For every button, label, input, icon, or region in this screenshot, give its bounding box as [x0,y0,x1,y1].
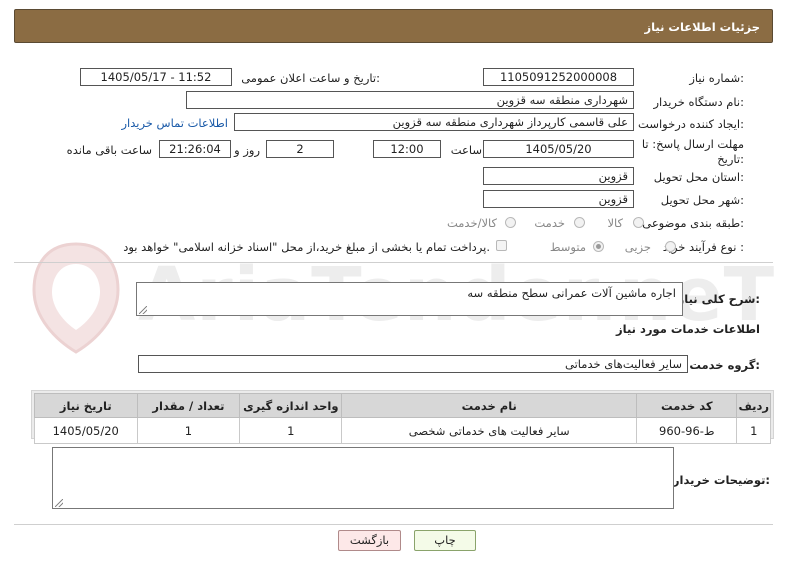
buyer-org-label: نام دستگاه خریدار: [653,95,744,109]
purchase-medium-label: متوسط [549,240,586,254]
watermark-logo [26,238,126,358]
announce-field[interactable]: 1405/05/17 - 11:52 [80,68,232,86]
category-service-label: خدمت [534,216,565,230]
deadline-time-field[interactable]: 12:00 [373,140,441,158]
buyer-notes-textarea[interactable] [52,447,674,509]
summary-label: شرح کلی نیاز: [677,292,760,306]
services-heading: اطلاعات خدمات مورد نیاز [616,322,760,336]
category-service-radio[interactable] [574,217,585,228]
city-label: شهر محل تحویل: [660,193,744,207]
cell-unit: 1 [239,417,343,444]
cell-need-date: 1405/05/20 [34,417,138,444]
table-header-row: ردیف کد خدمت نام خدمت واحد اندازه گیری ت… [34,393,771,418]
service-group-label: گروه خدمت: [689,358,760,372]
cell-row-number: 1 [736,417,771,444]
deadline-time-label: ساعت [450,143,482,157]
buyer-contact-link[interactable]: اطلاعات تماس خریدار [121,116,228,130]
col-service-code: کد خدمت [636,393,738,418]
treasury-payment-checkbox[interactable] [496,240,507,251]
resize-grip-icon[interactable] [55,499,63,507]
resize-grip-icon[interactable] [139,306,147,314]
purchase-minor-radio[interactable] [665,241,676,252]
deadline-label-date: تاریخ: [717,152,744,166]
category-both-radio[interactable] [505,217,516,228]
category-label: طبقه بندی موضوعی: [642,216,744,230]
cell-service-code: ط-96-960 [636,417,738,444]
days-field[interactable]: 2 [266,140,334,158]
need-number-label: شماره نیاز: [689,71,744,85]
col-row-number: ردیف [736,393,771,418]
remaining-label: ساعت باقی مانده [66,143,152,157]
watermark-shield-icon [32,242,120,354]
cell-service-name: سایر فعالیت های خدماتی شخصی [341,417,638,444]
creator-label: ایجاد کننده درخواست: [638,117,744,131]
category-goods-label: کالا [607,216,623,230]
buyer-org-field[interactable]: شهرداری منطقه سه قزوین [186,91,634,109]
province-label: استان محل تحویل: [653,170,744,184]
service-group-field[interactable]: سایر فعالیت‌های خدماتی [138,355,688,373]
col-service-name: نام خدمت [341,393,638,418]
summary-text: اجاره ماشین آلات عمرانی سطح منطقه سه [467,286,676,300]
creator-field[interactable]: علی قاسمی کارپرداز شهرداری منطقه سه قزوی… [234,113,634,131]
category-goods-radio[interactable] [633,217,644,228]
cell-quantity: 1 [136,417,241,444]
category-both-label: کالا/خدمت [446,216,497,230]
col-quantity: تعداد / مقدار [136,393,241,418]
purchase-minor-label: جزیی [624,240,651,254]
col-need-date: تاریخ نیاز [34,393,138,418]
treasury-payment-note: پرداخت تمام یا بخشی از مبلغ خرید،از محل … [123,240,490,254]
footer-divider [14,524,773,525]
buyer-notes-label: توضیحات خریدار: [672,473,770,487]
city-field[interactable]: قزوین [483,190,634,208]
summary-textarea[interactable]: اجاره ماشین آلات عمرانی سطح منطقه سه [136,282,683,316]
table-row: 1 ط-96-960 سایر فعالیت های خدماتی شخصی 1… [34,417,771,444]
province-field[interactable]: قزوین [483,167,634,185]
print-button[interactable]: چاپ [414,530,476,551]
announce-label: تاریخ و ساعت اعلان عمومی: [241,71,380,85]
remaining-time-field[interactable]: 21:26:04 [159,140,231,158]
section-divider [14,262,773,263]
back-button[interactable]: بازگشت [338,530,401,551]
page-header: جزئیات اطلاعات نیاز [14,9,773,43]
services-table: ردیف کد خدمت نام خدمت واحد اندازه گیری ت… [34,393,771,444]
deadline-label: مهلت ارسال پاسخ: تا [641,137,744,151]
days-label: روز و [234,143,260,157]
deadline-date-field[interactable]: 1405/05/20 [483,140,634,158]
page-title: جزئیات اطلاعات نیاز [644,20,760,34]
purchase-medium-radio[interactable] [593,241,604,252]
need-number-field[interactable]: 1105091252000008 [483,68,634,86]
col-unit: واحد اندازه گیری [239,393,343,418]
